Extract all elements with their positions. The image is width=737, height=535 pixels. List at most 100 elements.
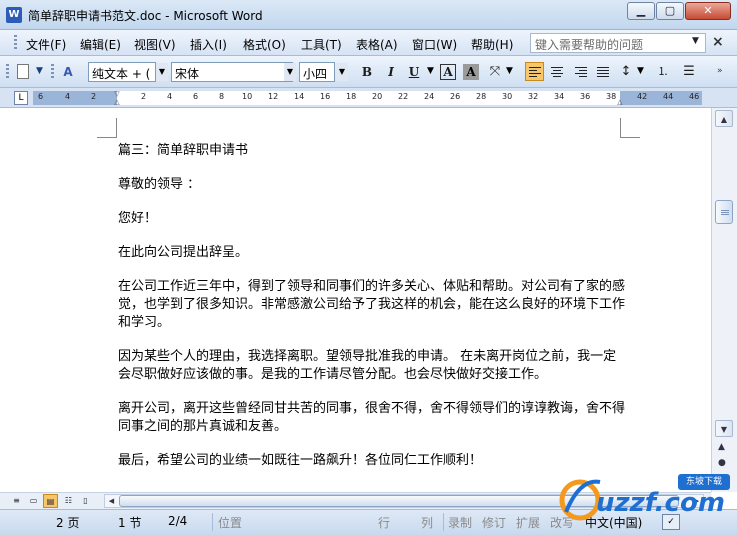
reading-layout-view-icon[interactable]: ▯ [78,494,93,508]
doc-paragraph: 尊敬的领导 ： [118,177,201,192]
menu-edit[interactable]: 编辑(E) [80,36,121,53]
menu-tools[interactable]: 工具(T) [301,36,342,53]
menu-bar: 文件(F) 编辑(E) 视图(V) 插入(I) 格式(O) 工具(T) 表格(A… [0,30,737,56]
ruler-tick: 26 [450,92,461,101]
close-button[interactable]: ✕ [685,2,731,20]
doc-paragraph: 因为某些个人的理由，我选择离职。望领导批准我的申请。 在未离开岗位之前，我一定会… [118,349,617,382]
ruler-tick: 2 [141,92,147,101]
doc-paragraph: 离开公司，离开这些曾经同甘共苦的同事，很舍不得，舍不得领导们的谆谆教诲，舍不得同… [118,401,626,434]
hanging-indent-marker[interactable]: △ [113,99,121,106]
menu-insert[interactable]: 插入(I) [190,36,227,53]
font-dropdown-icon[interactable]: ▼ [284,63,296,81]
line-spacing-icon[interactable]: ↕ [618,64,634,80]
maximize-button[interactable]: ▢ [656,2,684,20]
styles-pane-icon[interactable]: A [60,64,76,80]
scaling-dropdown-icon[interactable]: ▼ [506,66,513,76]
character-scaling-icon[interactable]: ⤧ [487,64,503,80]
vertical-scroll-thumb[interactable] [715,200,733,224]
numbering-icon[interactable]: ⒈ [655,64,671,80]
align-left-button[interactable] [525,62,544,81]
character-border-button[interactable]: A [440,64,456,80]
status-page: 2 页 [56,516,80,530]
style-dropdown-icon[interactable]: ▼ [156,63,168,81]
bullets-icon[interactable]: ☰ [681,64,697,80]
toolbar-grip-icon[interactable] [6,64,9,80]
status-extend[interactable]: 扩展 [516,514,540,531]
ruler-tick: 18 [346,92,357,101]
status-revise[interactable]: 修订 [482,514,506,531]
align-center-button[interactable] [549,64,565,80]
ruler-tick: 32 [528,92,539,101]
line-spacing-dropdown-icon[interactable]: ▼ [637,66,644,76]
print-layout-view-icon[interactable]: ▤ [43,494,58,508]
status-line: 行 [378,516,391,530]
title-bar: W 简单辞职申请书范文.doc - Microsoft Word ▁ ▢ ✕ [0,0,737,30]
help-search-input[interactable]: 键入需要帮助的问题 [530,33,706,53]
ruler-tick: 6 [38,92,44,101]
normal-view-icon[interactable]: ≡ [9,494,24,508]
vertical-scrollbar[interactable]: ▲ ▼ ▲ ● ▼ [711,108,737,492]
formatting-toolbar: ▼ A 纯文本 + ( ▼ 宋体 ▼ 小四 ▼ B I U ▼ A A ⤧ ▼ … [0,56,737,88]
scroll-left-icon[interactable]: ◀ [105,495,118,507]
outline-view-icon[interactable]: ☷ [61,494,76,508]
distributed-align-button[interactable] [595,64,611,80]
underline-dropdown-icon[interactable]: ▼ [427,66,434,76]
previous-page-icon[interactable]: ▲ [718,442,725,452]
ruler-tick: 38 [606,92,617,101]
ruler-tick: 42 [637,92,648,101]
horizontal-ruler[interactable]: 6 4 2 2 4 6 8 10 12 14 16 18 20 22 24 26… [33,91,702,106]
status-record[interactable]: 录制 [448,514,472,531]
word-app-icon[interactable]: W [6,7,22,23]
font-select[interactable]: 宋体 [171,62,293,82]
ruler-tick: 28 [476,92,487,101]
crop-mark-top-left [97,118,117,138]
document-canvas[interactable]: 篇三：简单辞职申请书 尊敬的领导 ： 您好！ 在此向公司提出辞呈。 在公司工作近… [0,108,711,492]
toolbar-overflow-chevron-icon[interactable]: » [717,66,723,76]
ruler-tick: 30 [502,92,513,101]
menu-file[interactable]: 文件(F) [26,36,66,53]
ruler-tick: 4 [65,92,71,101]
scroll-up-icon[interactable]: ▲ [715,110,733,127]
ruler-tick: 46 [689,92,700,101]
menu-window[interactable]: 窗口(W) [412,36,457,53]
ruler-bar: L 6 4 2 2 4 6 8 10 12 14 16 18 20 22 24 … [0,88,737,108]
document-close-icon[interactable]: × [712,34,724,50]
tab-stop-selector[interactable]: L [14,91,28,105]
page-margin-strip [0,108,33,492]
web-layout-view-icon[interactable]: ▭ [26,494,41,508]
italic-button[interactable]: I [383,64,399,80]
doc-paragraph: 最后，希望公司的业绩一如既往一路飙升！各位同仁工作顺利！ [118,453,483,468]
font-size-dropdown-icon[interactable]: ▼ [336,63,348,81]
toolbar-options-chevron-icon[interactable]: ▼ [36,66,43,76]
toolbar-grip-icon-2[interactable] [51,64,54,80]
ruler-tick: 6 [193,92,199,101]
ruler-tick: 8 [219,92,225,101]
doc-paragraph: 在此向公司提出辞呈。 [118,245,249,260]
ruler-tick: 24 [424,92,435,101]
menubar-grip-icon[interactable] [14,35,17,51]
menu-format[interactable]: 格式(O) [243,36,286,53]
menu-table[interactable]: 表格(A) [356,36,398,53]
ruler-tick: 20 [372,92,383,101]
ruler-tick: 10 [242,92,253,101]
style-select[interactable]: 纯文本 + ( [88,62,156,82]
ruler-tick: 22 [398,92,409,101]
document-body[interactable]: 篇三：简单辞职申请书 尊敬的领导 ： 您好！ 在此向公司提出辞呈。 在公司工作近… [118,142,628,486]
character-shading-button[interactable]: A [463,64,479,80]
right-indent-marker[interactable]: △ [616,99,624,106]
window-title: 简单辞职申请书范文.doc - Microsoft Word [28,9,263,23]
menu-help[interactable]: 帮助(H) [471,36,513,53]
help-dropdown-icon[interactable]: ▼ [692,36,699,46]
first-line-indent-marker[interactable]: ▽ [113,91,121,98]
new-document-icon[interactable] [17,64,29,79]
watermark-brand: uzzf.com [596,488,725,518]
doc-paragraph: 您好！ [118,211,158,226]
underline-button[interactable]: U [406,64,422,80]
scroll-down-icon[interactable]: ▼ [715,420,733,437]
bold-button[interactable]: B [359,64,375,80]
align-right-button[interactable] [572,64,588,80]
minimize-button[interactable]: ▁ [627,2,655,20]
ruler-tick: 34 [554,92,565,101]
font-size-select[interactable]: 小四 [299,62,335,82]
menu-view[interactable]: 视图(V) [134,36,176,53]
